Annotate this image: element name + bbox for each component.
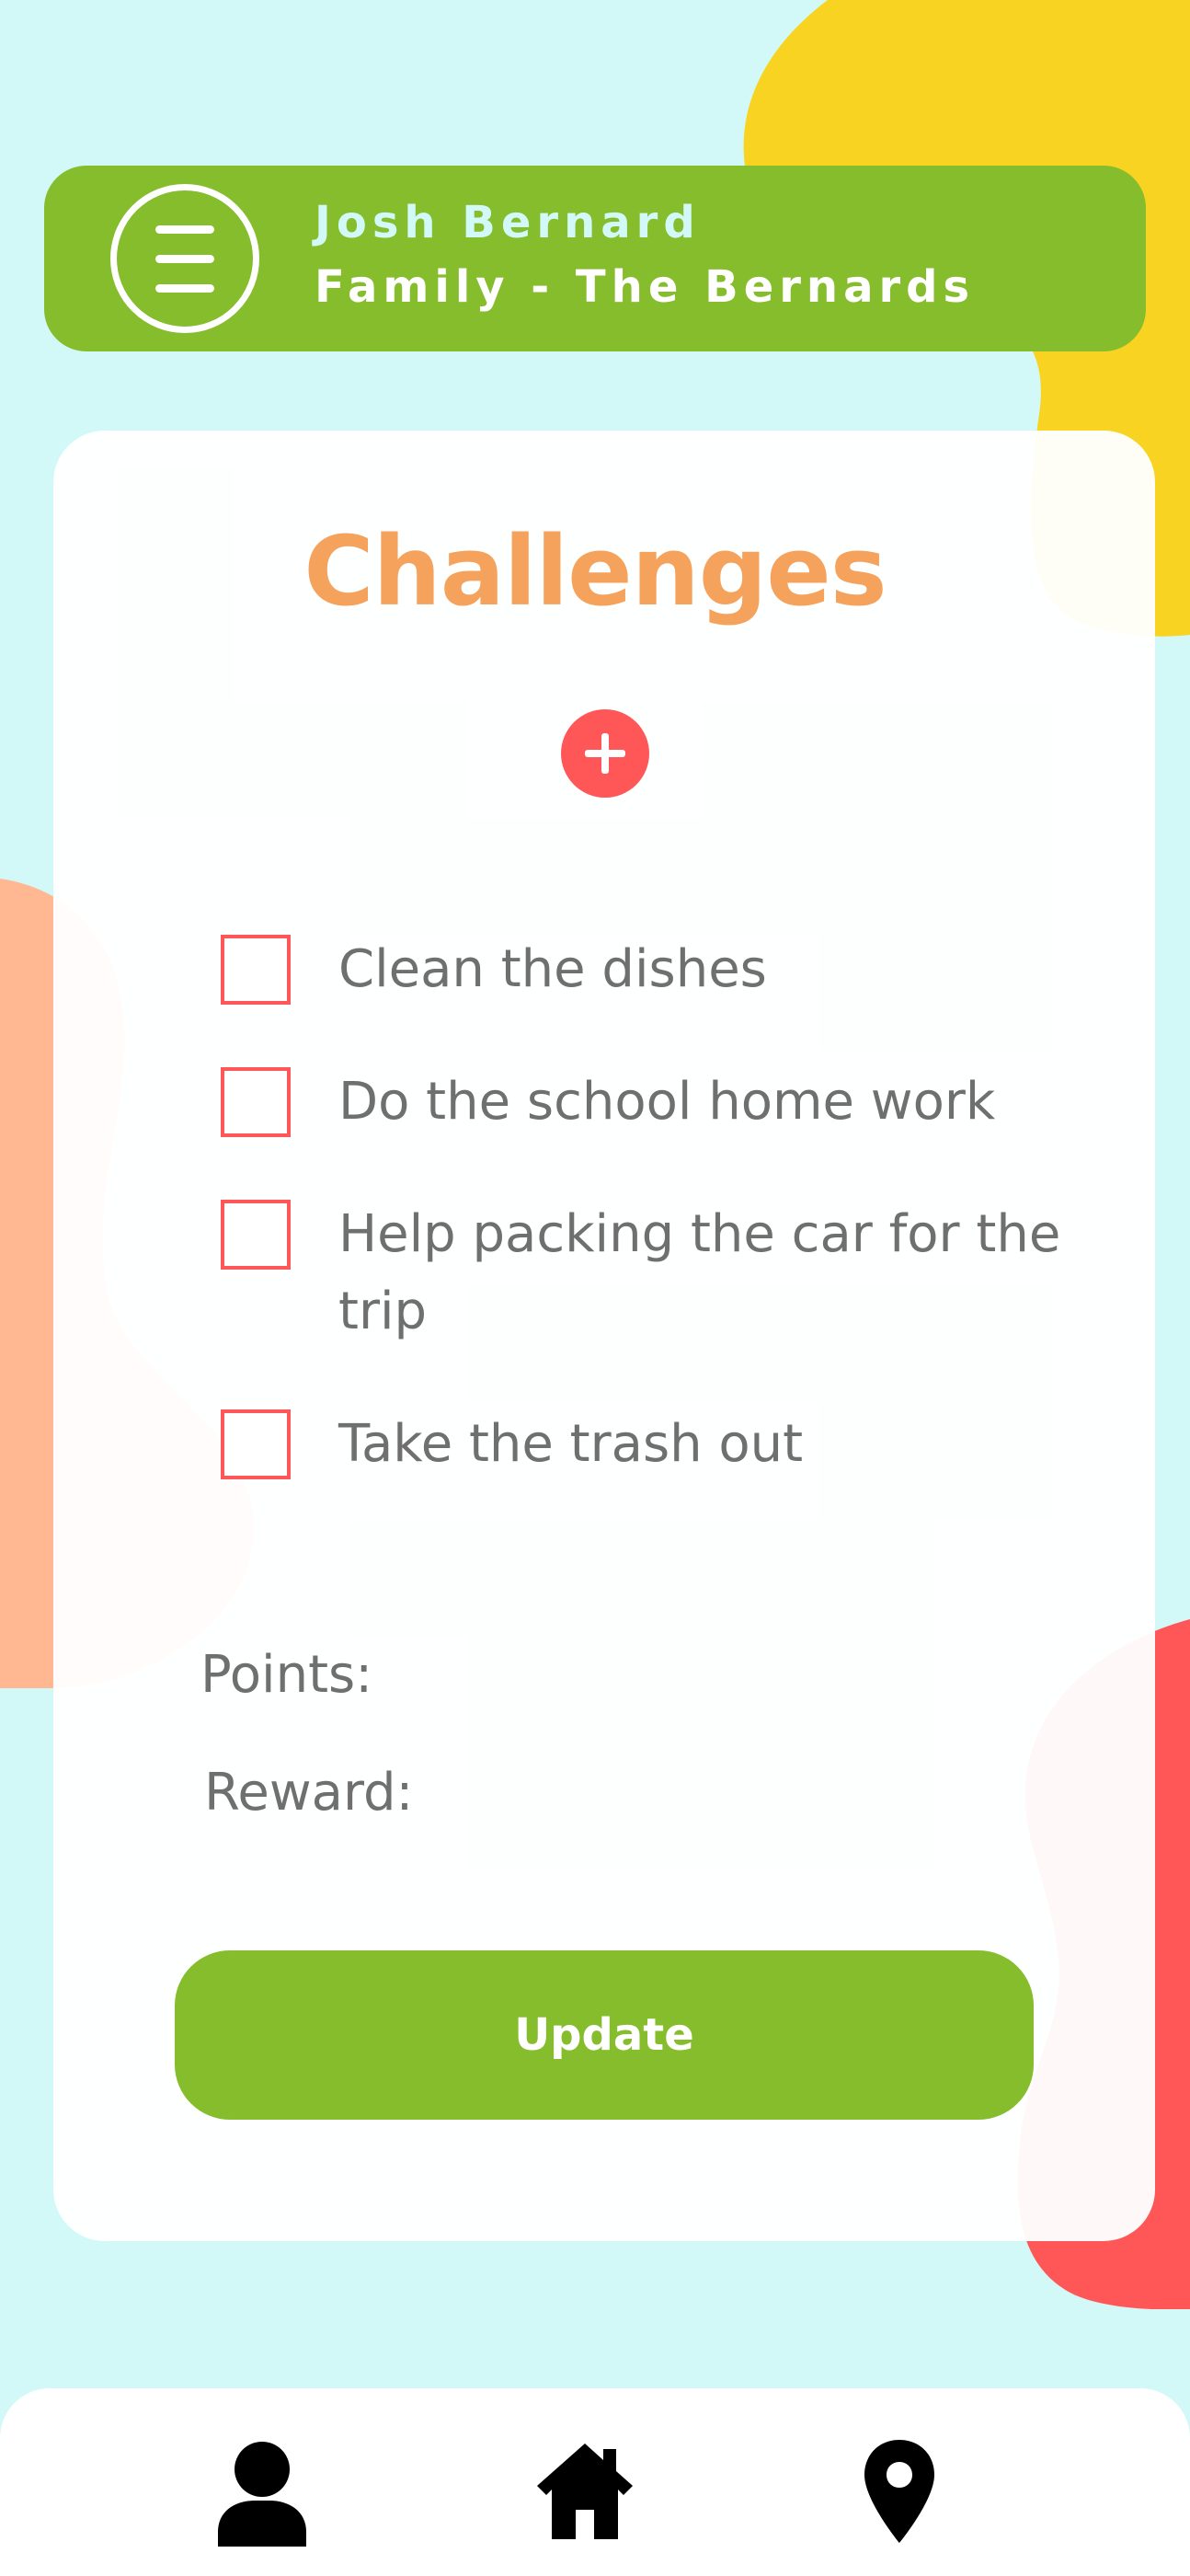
challenge-label: Do the school home work (338, 1072, 996, 1132)
add-challenge-button[interactable] (561, 709, 649, 798)
reward-label: Reward: (204, 1763, 414, 1823)
bottom-navigation (0, 2388, 1190, 2576)
map-pin-icon (864, 2440, 934, 2543)
user-name: Josh Bernard (315, 197, 701, 248)
challenge-label: Clean the dishes (338, 939, 767, 999)
user-icon (218, 2442, 306, 2547)
nav-home[interactable] (530, 2436, 640, 2547)
update-button[interactable]: Update (175, 1950, 1034, 2120)
family-name: Family - The Bernards (315, 261, 976, 313)
challenge-checkbox[interactable] (221, 935, 291, 1005)
hamburger-menu-icon[interactable] (110, 184, 259, 333)
points-label: Points: (200, 1645, 373, 1705)
home-icon (537, 2444, 633, 2539)
user-header: Josh Bernard Family - The Bernards (44, 166, 1146, 351)
challenge-checkbox[interactable] (221, 1200, 291, 1270)
challenge-label: Help packing the car for the trip (338, 1204, 1061, 1341)
challenge-label: Take the trash out (338, 1414, 804, 1474)
page-title: Challenges (303, 515, 887, 627)
challenge-checkbox[interactable] (221, 1067, 291, 1137)
nav-location[interactable] (844, 2436, 955, 2547)
nav-profile[interactable] (207, 2436, 317, 2547)
challenge-checkbox[interactable] (221, 1409, 291, 1479)
